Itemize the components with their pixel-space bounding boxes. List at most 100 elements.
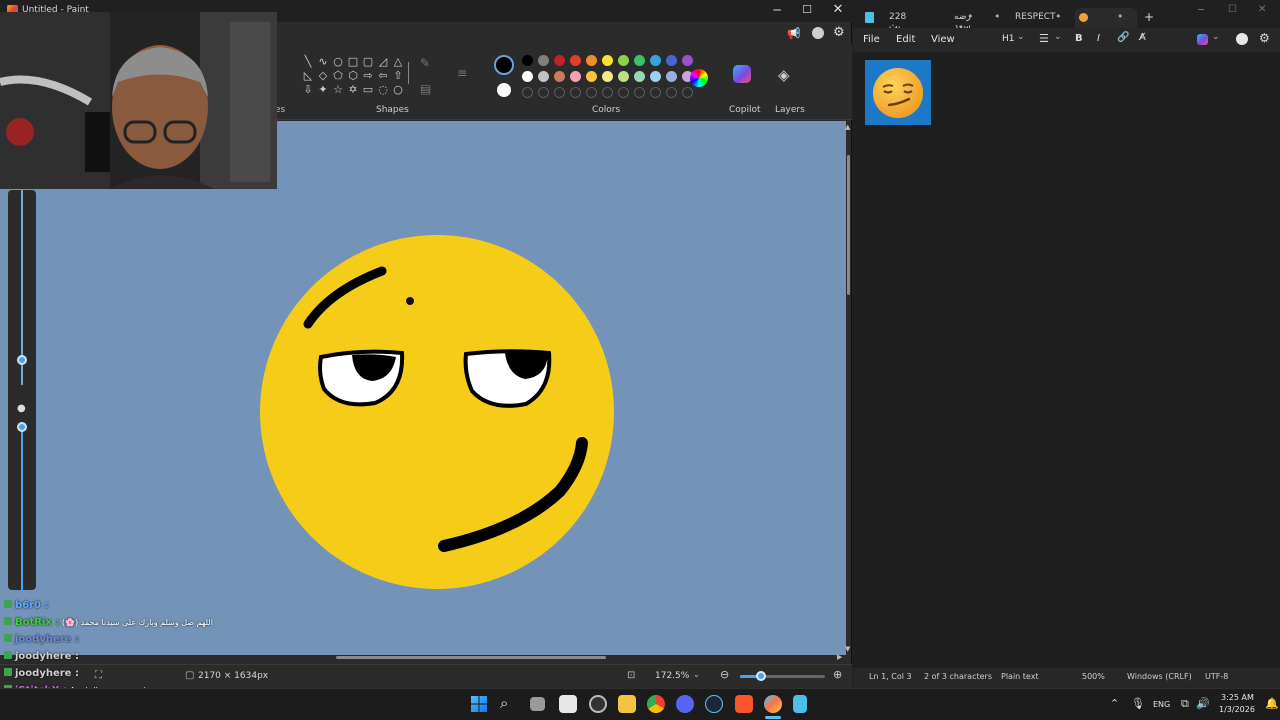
palette-swatch[interactable] <box>554 55 565 66</box>
brave-icon[interactable] <box>735 695 753 713</box>
scroll-down-icon[interactable]: ▼ <box>845 645 850 653</box>
callout-rect-shape-icon[interactable]: ▭ <box>362 84 374 96</box>
tab-4-active[interactable]: • <box>1075 8 1137 28</box>
notepad-taskbar-icon[interactable] <box>793 695 807 713</box>
account-icon[interactable] <box>812 27 824 39</box>
palette-swatch[interactable] <box>538 71 549 82</box>
clear-format-icon[interactable]: A̸ <box>1139 32 1146 43</box>
custom-color-slot[interactable] <box>554 87 565 98</box>
copilot-icon[interactable] <box>733 65 751 83</box>
chat-username[interactable]: joodyhere : <box>15 651 79 662</box>
palette-swatch[interactable] <box>602 55 613 66</box>
language-indicator[interactable]: ENG <box>1153 700 1170 709</box>
settings-icon[interactable]: ⚙ <box>833 25 845 40</box>
chat-username[interactable]: BotRix : <box>15 617 59 628</box>
zoom-slider-thumb[interactable] <box>756 671 766 681</box>
polygon-shape-icon[interactable]: ◿ <box>377 56 389 68</box>
primary-color-swatch[interactable] <box>494 55 514 75</box>
custom-color-slot[interactable] <box>650 87 661 98</box>
right-triangle-shape-icon[interactable]: ◺ <box>302 70 314 82</box>
discord-icon[interactable] <box>676 695 694 713</box>
right-arrow-shape-icon[interactable]: ⇨ <box>362 70 374 82</box>
chat-username[interactable]: b6r0 : <box>15 600 49 611</box>
share-icon[interactable]: 📢 <box>787 27 801 40</box>
down-arrow-shape-icon[interactable]: ⇩ <box>302 84 314 96</box>
callout-oval-shape-icon[interactable]: ◌ <box>377 84 389 96</box>
close-button[interactable]: ✕ <box>831 2 845 17</box>
new-tab-icon[interactable]: + <box>1144 10 1154 24</box>
five-point-star-shape-icon[interactable]: ☆ <box>332 84 344 96</box>
zoom-slider-track[interactable] <box>740 671 825 681</box>
list-icon[interactable]: ☰ <box>1039 32 1049 45</box>
steam-icon[interactable] <box>705 695 723 713</box>
line-shape-icon[interactable]: ╲ <box>302 56 314 68</box>
four-point-star-shape-icon[interactable]: ✦ <box>317 84 329 96</box>
custom-color-slot[interactable] <box>682 87 693 98</box>
menu-view[interactable]: View <box>931 34 955 45</box>
palette-swatch[interactable] <box>522 55 533 66</box>
callout-cloud-shape-icon[interactable]: ○ <box>392 84 404 96</box>
snip-icon[interactable] <box>589 695 607 713</box>
heading-dropdown[interactable]: H1 <box>1002 34 1015 44</box>
pasted-emoji-image[interactable] <box>865 60 931 125</box>
notepad-close-button[interactable]: ✕ <box>1258 4 1266 15</box>
volume-icon[interactable]: 🔊 <box>1196 697 1210 710</box>
palette-swatch[interactable] <box>634 71 645 82</box>
layers-icon[interactable]: ◈ <box>778 66 790 84</box>
horizontal-scrollbar[interactable] <box>336 656 606 659</box>
up-arrow-shape-icon[interactable]: ⇧ <box>392 70 404 82</box>
zoom-dropdown[interactable]: 172.5% ⌄ <box>650 667 705 685</box>
palette-swatch[interactable] <box>602 71 613 82</box>
custom-color-slot[interactable] <box>666 87 677 98</box>
rectangle-shape-icon[interactable]: □ <box>347 56 359 68</box>
diamond-shape-icon[interactable]: ◇ <box>317 70 329 82</box>
vertical-scrollbar[interactable] <box>847 155 850 295</box>
palette-swatch[interactable] <box>522 71 533 82</box>
hexagon-shape-icon[interactable]: ⬡ <box>347 70 359 82</box>
custom-color-slot[interactable] <box>618 87 629 98</box>
shapes-scrollbar[interactable] <box>408 62 409 84</box>
chrome-icon[interactable] <box>647 695 665 713</box>
edit-colors-icon[interactable] <box>690 69 708 87</box>
microphone-icon[interactable]: 🎙 <box>1131 697 1145 710</box>
italic-icon[interactable]: I <box>1097 33 1100 44</box>
palette-swatch[interactable] <box>650 71 661 82</box>
zoom-in-icon[interactable]: ⊕ <box>833 668 842 681</box>
palette-swatch[interactable] <box>618 71 629 82</box>
menu-edit[interactable]: Edit <box>896 34 915 45</box>
palette-swatch[interactable] <box>586 71 597 82</box>
fill-icon[interactable]: ▤ <box>420 82 431 96</box>
six-point-star-shape-icon[interactable]: ✡ <box>347 84 359 96</box>
notepad-maximize-button[interactable]: ☐ <box>1228 4 1237 15</box>
notepad-account-icon[interactable] <box>1236 33 1248 45</box>
maximize-button[interactable]: ☐ <box>800 3 814 17</box>
custom-color-slot[interactable] <box>538 87 549 98</box>
file-explorer-icon[interactable] <box>618 695 636 713</box>
custom-color-slot[interactable] <box>522 87 533 98</box>
palette-swatch[interactable] <box>650 55 661 66</box>
size-slider-thumb[interactable] <box>17 355 27 365</box>
paint-taskbar-icon[interactable] <box>764 695 782 713</box>
task-view-icon[interactable] <box>530 697 545 711</box>
pentagon-shape-icon[interactable]: ⬠ <box>332 70 344 82</box>
fit-to-window-icon[interactable]: ⊡ <box>627 670 635 681</box>
palette-swatch[interactable] <box>682 55 693 66</box>
outline-icon[interactable]: ✎ <box>420 56 430 70</box>
custom-color-slot[interactable] <box>570 87 581 98</box>
palette-swatch[interactable] <box>538 55 549 66</box>
search-icon[interactable]: ⌕ <box>500 694 508 712</box>
secondary-color-swatch[interactable] <box>497 83 511 97</box>
notepad-settings-icon[interactable]: ⚙ <box>1259 31 1270 45</box>
curve-shape-icon[interactable]: ∿ <box>317 56 329 68</box>
menu-file[interactable]: File <box>863 34 880 45</box>
clock-time[interactable]: 3:25 AM <box>1221 693 1254 702</box>
notepad-minimize-button[interactable]: ─ <box>1198 5 1204 16</box>
palette-swatch[interactable] <box>570 55 581 66</box>
canvas-area[interactable] <box>0 121 846 655</box>
triangle-shape-icon[interactable]: △ <box>392 56 404 68</box>
clock-date[interactable]: 1/3/2026 <box>1219 705 1255 714</box>
size-icon[interactable]: ≡ <box>457 66 467 80</box>
notification-icon[interactable]: 🔔 <box>1265 697 1279 710</box>
palette-swatch[interactable] <box>666 71 677 82</box>
bold-icon[interactable]: B <box>1075 33 1083 44</box>
